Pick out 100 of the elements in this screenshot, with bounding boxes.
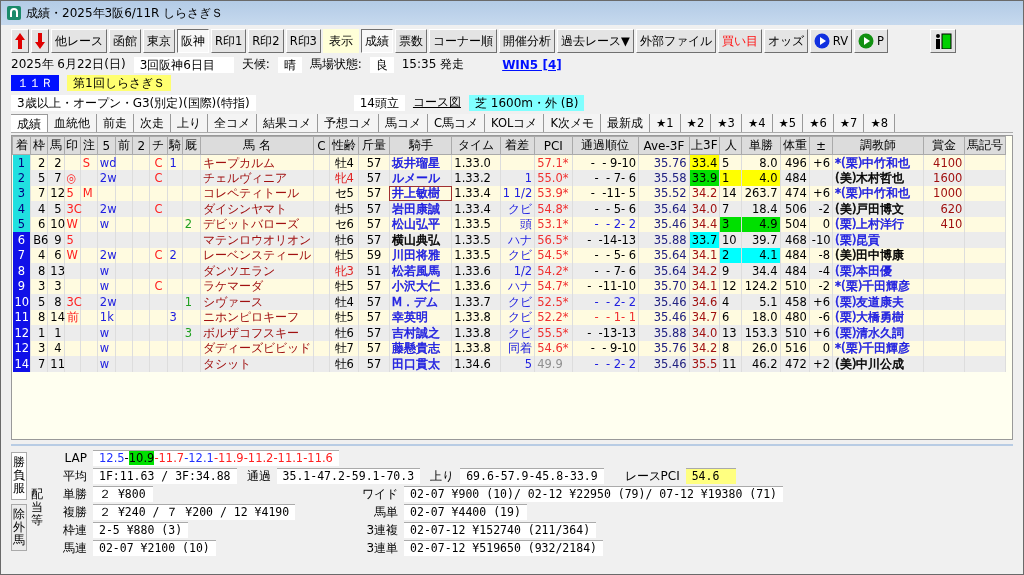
tab[interactable]: 成績	[11, 114, 48, 132]
tab[interactable]: 上り	[171, 114, 208, 132]
toolbar-button[interactable]: R印3	[285, 29, 321, 53]
toolbar-button[interactable]: R印2	[248, 29, 284, 53]
column-header[interactable]: 騎手	[389, 136, 452, 155]
toolbar-button[interactable]: 票数	[394, 29, 427, 53]
arrow-button[interactable]	[31, 29, 49, 53]
table-cell: チェルヴィニア	[200, 170, 314, 186]
column-header[interactable]: 人	[719, 136, 742, 155]
exit-button[interactable]	[929, 29, 956, 53]
play-button[interactable]: RV	[809, 29, 853, 53]
toolbar-button[interactable]: 開催分析	[498, 29, 555, 53]
column-header[interactable]: 単勝	[741, 136, 781, 155]
table-cell: 57	[358, 201, 390, 217]
table-cell: 11	[719, 356, 742, 372]
table-cell: 472	[780, 356, 810, 372]
section-label: 配当等	[31, 488, 43, 530]
tab[interactable]: 最新成	[600, 114, 650, 132]
table-cell: 57	[358, 294, 390, 310]
column-header[interactable]: 着	[12, 136, 31, 155]
arrow-button[interactable]	[11, 29, 29, 53]
play-button[interactable]: P	[854, 29, 888, 53]
tab[interactable]: KOLコメ	[485, 114, 545, 132]
payout-field: 02-07-12 ¥519650 (932/2184)	[404, 540, 603, 556]
course-map-link[interactable]: コース図	[412, 94, 461, 111]
table-cell: 55.5*	[534, 325, 572, 341]
toolbar-button[interactable]: 成績	[360, 29, 393, 53]
column-header[interactable]: ±	[809, 136, 833, 155]
table-cell: 横山典弘	[389, 232, 452, 248]
table-cell: 1/2	[500, 263, 535, 279]
table-cell: 35.64	[638, 263, 690, 279]
column-header[interactable]: 調教師	[832, 136, 924, 155]
tab[interactable]: 次走	[134, 114, 171, 132]
win5-link[interactable]: WIN5 [4]	[502, 57, 562, 72]
payout-field: 2-5 ¥880 (3)	[93, 522, 189, 538]
toolbar-button[interactable]: オッズ	[763, 29, 808, 53]
table-cell: 1	[182, 294, 201, 310]
column-header[interactable]: 賞金	[923, 136, 965, 155]
table-cell: 35.46	[638, 294, 690, 310]
payout-label: 3連複	[365, 521, 399, 539]
pci-label: レースPCI	[623, 467, 680, 485]
tab[interactable]: 前走	[97, 114, 134, 132]
tab[interactable]: 馬コメ	[379, 114, 428, 132]
tab[interactable]: ★2	[680, 114, 712, 132]
toolbar-label: 表示	[322, 29, 359, 53]
table-cell: 33.7	[689, 232, 720, 248]
tab[interactable]: ★7	[833, 114, 865, 132]
column-header[interactable]: 斤量	[358, 136, 390, 155]
table-cell: +2	[809, 356, 833, 372]
column-header[interactable]: 上3F	[689, 136, 720, 155]
side-tab[interactable]: 勝負服	[11, 452, 27, 500]
table-cell: ダイシンヤマト	[200, 201, 314, 217]
table-cell: -4	[809, 263, 833, 279]
side-tab[interactable]: 除外馬	[11, 503, 27, 552]
lap-field: 12.5-10.9-11.7-12.1-11.9-11.2-11.1-11.6	[93, 450, 339, 466]
table-cell: 18.4	[741, 201, 781, 217]
toolbar-button[interactable]: 東京	[143, 29, 175, 53]
toolbar-button[interactable]: 外部ファイル	[635, 29, 716, 53]
table-cell: ハナ	[500, 232, 535, 248]
toolbar-button[interactable]: 他レース	[51, 29, 107, 53]
table-cell: 9	[47, 232, 64, 248]
toolbar-button[interactable]: 過去レース▼	[556, 29, 634, 53]
column-header[interactable]: タイム	[451, 136, 501, 155]
table-cell: 51	[358, 263, 390, 279]
tab[interactable]: 予想コメ	[318, 114, 379, 132]
column-header[interactable]: 馬 名	[200, 136, 314, 155]
toolbar-button[interactable]: 函館	[109, 29, 141, 53]
table-cell: 57	[358, 232, 390, 248]
track-label: 馬場状態:	[309, 56, 362, 73]
column-header[interactable]: PCI	[534, 136, 572, 155]
table-cell: (美)木村哲也	[832, 170, 924, 186]
toolbar-button[interactable]: 阪神	[177, 29, 209, 53]
tab[interactable]: ★3	[711, 114, 742, 132]
tab[interactable]: 全コメ	[208, 114, 257, 132]
column-header[interactable]: 性齢	[329, 136, 359, 155]
table-cell: 1	[47, 325, 64, 341]
tab[interactable]: ★5	[772, 114, 804, 132]
tab[interactable]: ★8	[864, 114, 896, 132]
column-header[interactable]: Ave-3F	[638, 136, 690, 155]
table-cell: 57	[358, 170, 390, 186]
column-header[interactable]: 体重	[780, 136, 810, 155]
column-header[interactable]: 馬記号	[964, 136, 1006, 155]
toolbar-button[interactable]: R印1	[211, 29, 247, 53]
column-header[interactable]: 着差	[500, 136, 535, 155]
tab[interactable]: ★4	[741, 114, 773, 132]
tab[interactable]: 結果コメ	[257, 114, 318, 132]
table-cell: 4	[30, 201, 48, 217]
payout-field: ２ ¥800	[93, 486, 153, 502]
tab[interactable]: C馬コメ	[428, 114, 486, 132]
tab[interactable]: ★6	[803, 114, 834, 132]
tab[interactable]: ★1	[649, 114, 681, 132]
tab[interactable]: K次メモ	[544, 114, 601, 132]
table-cell: ボルザコフスキー	[200, 325, 314, 341]
column-header[interactable]: 通過順位	[572, 136, 639, 155]
table-cell: -10	[809, 232, 833, 248]
tab[interactable]: 血統他	[48, 114, 97, 132]
payout-label: ワイド	[361, 485, 399, 503]
toolbar-button[interactable]: コーナー順	[428, 29, 497, 53]
table-cell: 8	[30, 263, 48, 279]
table-cell: w	[97, 356, 116, 372]
